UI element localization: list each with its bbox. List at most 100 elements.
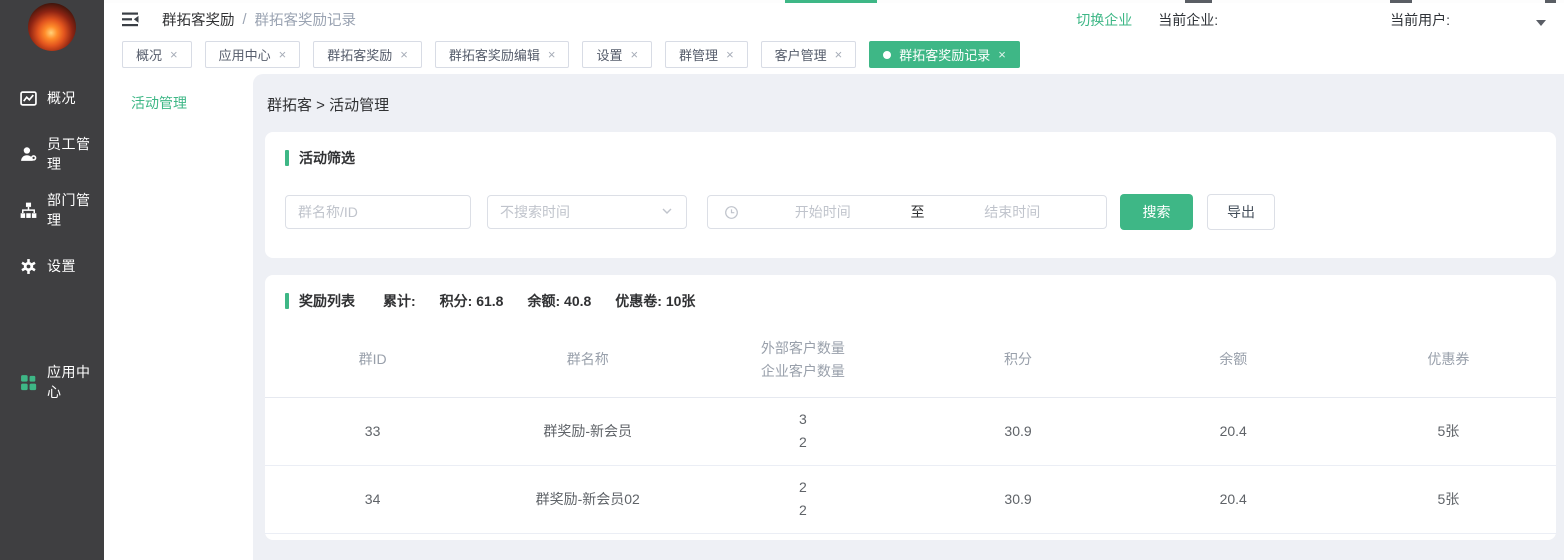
tab-label: 应用中心: [219, 45, 271, 64]
time-mode-select[interactable]: 不搜索时间: [487, 195, 687, 229]
sidebar-item-label: 设置: [47, 256, 76, 276]
sliver-fragment: [1545, 0, 1556, 3]
breadcrumb-separator: /: [243, 12, 247, 28]
breadcrumb-section[interactable]: 群拓客奖励: [162, 9, 235, 30]
sidebar-item-departments[interactable]: 部门管理: [0, 182, 104, 238]
search-button[interactable]: 搜索: [1120, 194, 1193, 230]
sidebar-item-label: 部门管理: [47, 190, 104, 230]
close-icon[interactable]: ×: [630, 48, 638, 61]
accent-bar: [285, 293, 289, 309]
col-header-group-name: 群名称: [480, 323, 695, 397]
col-header-points: 积分: [910, 323, 1125, 397]
app-grid-icon: [20, 374, 37, 391]
export-button[interactable]: 导出: [1207, 194, 1275, 230]
rewards-header-row: 奖励列表 累计: 积分: 61.8 余额: 40.8 优惠卷: 10张: [265, 291, 1556, 311]
topbar-right: 切换企业 当前企业: 当前用户:: [1076, 10, 1546, 30]
line-chart-icon: [20, 90, 37, 107]
tab-label: 客户管理: [775, 45, 827, 64]
close-icon[interactable]: ×: [279, 48, 287, 61]
time-mode-value: 不搜索时间: [500, 202, 570, 222]
sidebar-item-app-center[interactable]: 应用中心: [0, 354, 104, 410]
switch-company-link[interactable]: 切换企业: [1076, 10, 1132, 30]
accent-bar: [285, 150, 289, 166]
col-header-coupons: 优惠券: [1341, 323, 1556, 397]
sliver-fragment: [1185, 0, 1212, 3]
avatar[interactable]: [28, 3, 76, 51]
tab-label: 群拓客奖励: [327, 45, 392, 64]
rewards-title: 奖励列表: [299, 291, 355, 311]
sidebar-item-label: 概况: [47, 88, 76, 108]
cell-customer-counts: 2 2: [695, 465, 910, 533]
tab-label: 群拓客奖励编辑: [449, 45, 540, 64]
start-time-placeholder[interactable]: 开始时间: [739, 202, 907, 222]
table-header-row: 群ID 群名称 外部客户数量 企业客户数量 积分 余额 优惠券: [265, 323, 1556, 397]
summary-points: 积分: 61.8: [440, 291, 504, 311]
summary-balance: 余额: 40.8: [527, 291, 591, 311]
filter-title-row: 活动筛选: [285, 148, 1536, 168]
close-icon[interactable]: ×: [835, 48, 843, 61]
breadcrumb-page: 群拓客奖励记录: [255, 9, 357, 30]
sliver-fragment: [785, 0, 877, 3]
col-header-group-id: 群ID: [265, 323, 480, 397]
active-tab-dot: [883, 51, 891, 59]
sidebar-item-label: 应用中心: [47, 362, 104, 402]
close-icon[interactable]: ×: [548, 48, 556, 61]
cell-balance: 20.4: [1126, 465, 1341, 533]
tab-group-management[interactable]: 群管理 ×: [665, 41, 748, 68]
group-name-input[interactable]: [285, 195, 471, 229]
filter-card: 活动筛选 不搜索时间 开始时间 至: [265, 132, 1556, 258]
table-row: 33 群奖励-新会员 3 2 30.9 20.4 5张: [265, 397, 1556, 465]
tab-overview[interactable]: 概况 ×: [122, 41, 192, 68]
tab-strip: 概况 × 应用中心 × 群拓客奖励 × 群拓客奖励编辑 × 设置 × 群管理 × 客户管理 ×…: [104, 36, 1564, 74]
end-time-placeholder[interactable]: 结束时间: [929, 202, 1097, 222]
sidebar-item-overview[interactable]: 概况: [0, 70, 104, 126]
cell-coupons: 5张: [1341, 465, 1556, 533]
date-range-picker[interactable]: 开始时间 至 结束时间: [707, 195, 1107, 229]
breadcrumb: 群拓客奖励 / 群拓客奖励记录: [162, 9, 356, 30]
tab-label: 群管理: [679, 45, 718, 64]
rewards-summary: 累计: 积分: 61.8 余额: 40.8 优惠卷: 10张: [383, 291, 695, 311]
close-icon[interactable]: ×: [400, 48, 408, 61]
sidebar-item-employees[interactable]: 员工管理: [0, 126, 104, 182]
cell-balance: 20.4: [1126, 397, 1341, 465]
cell-group-name: 群奖励-新会员02: [480, 465, 695, 533]
sidebar-item-settings[interactable]: 设置: [0, 238, 104, 294]
cell-points: 30.9: [910, 397, 1125, 465]
main-column: 群拓客奖励 / 群拓客奖励记录 切换企业 当前企业: 当前用户: 概况 × 应用中…: [104, 0, 1564, 560]
current-company-label: 当前企业:: [1158, 10, 1218, 30]
user-dropdown-caret-icon[interactable]: [1536, 20, 1546, 26]
chevron-down-icon: [660, 204, 674, 221]
rewards-title-wrap: 奖励列表: [285, 291, 355, 311]
gear-icon: [20, 258, 37, 275]
tab-customer-management[interactable]: 客户管理 ×: [761, 41, 857, 68]
tab-settings[interactable]: 设置 ×: [582, 41, 652, 68]
close-icon[interactable]: ×: [726, 48, 734, 61]
content-area: 群拓客 > 活动管理 活动筛选 不搜索时间: [253, 74, 1564, 560]
tab-label: 群拓客奖励记录: [899, 45, 990, 64]
close-icon[interactable]: ×: [998, 48, 1006, 61]
close-icon[interactable]: ×: [170, 48, 178, 61]
filter-controls: 不搜索时间 开始时间 至 结束时间 搜索 导出: [285, 194, 1536, 230]
cell-group-id: 33: [265, 397, 480, 465]
tab-group-rewards[interactable]: 群拓客奖励 ×: [313, 41, 422, 68]
col-header-balance: 余额: [1126, 323, 1341, 397]
subnav-item-activity-management[interactable]: 活动管理: [131, 93, 253, 113]
table-row: 34 群奖励-新会员02 2 2 30.9 20.4 5张: [265, 465, 1556, 533]
collapse-menu-icon[interactable]: [122, 12, 140, 27]
clock-icon: [724, 205, 739, 220]
rewards-card: 奖励列表 累计: 积分: 61.8 余额: 40.8 优惠卷: 10张 群ID …: [265, 275, 1556, 540]
cell-customer-counts: 3 2: [695, 397, 910, 465]
tab-app-center[interactable]: 应用中心 ×: [205, 41, 301, 68]
top-bar: 群拓客奖励 / 群拓客奖励记录 切换企业 当前企业: 当前用户:: [104, 3, 1564, 36]
page-breadcrumb: 群拓客 > 活动管理: [265, 74, 1556, 132]
tab-label: 设置: [596, 45, 622, 64]
cell-group-id: 34: [265, 465, 480, 533]
tab-label: 概况: [136, 45, 162, 64]
workspace: 活动管理 群拓客 > 活动管理 活动筛选 不搜索时间: [104, 74, 1564, 560]
org-chart-icon: [20, 202, 37, 219]
secondary-sidebar: 活动管理: [104, 74, 253, 560]
app-sidebar: 概况 员工管理 部门管理 设置 应用中心: [0, 0, 104, 560]
tab-group-rewards-record-active[interactable]: 群拓客奖励记录 ×: [869, 41, 1020, 68]
tab-group-rewards-edit[interactable]: 群拓客奖励编辑 ×: [435, 41, 570, 68]
rewards-table: 群ID 群名称 外部客户数量 企业客户数量 积分 余额 优惠券: [265, 323, 1556, 534]
